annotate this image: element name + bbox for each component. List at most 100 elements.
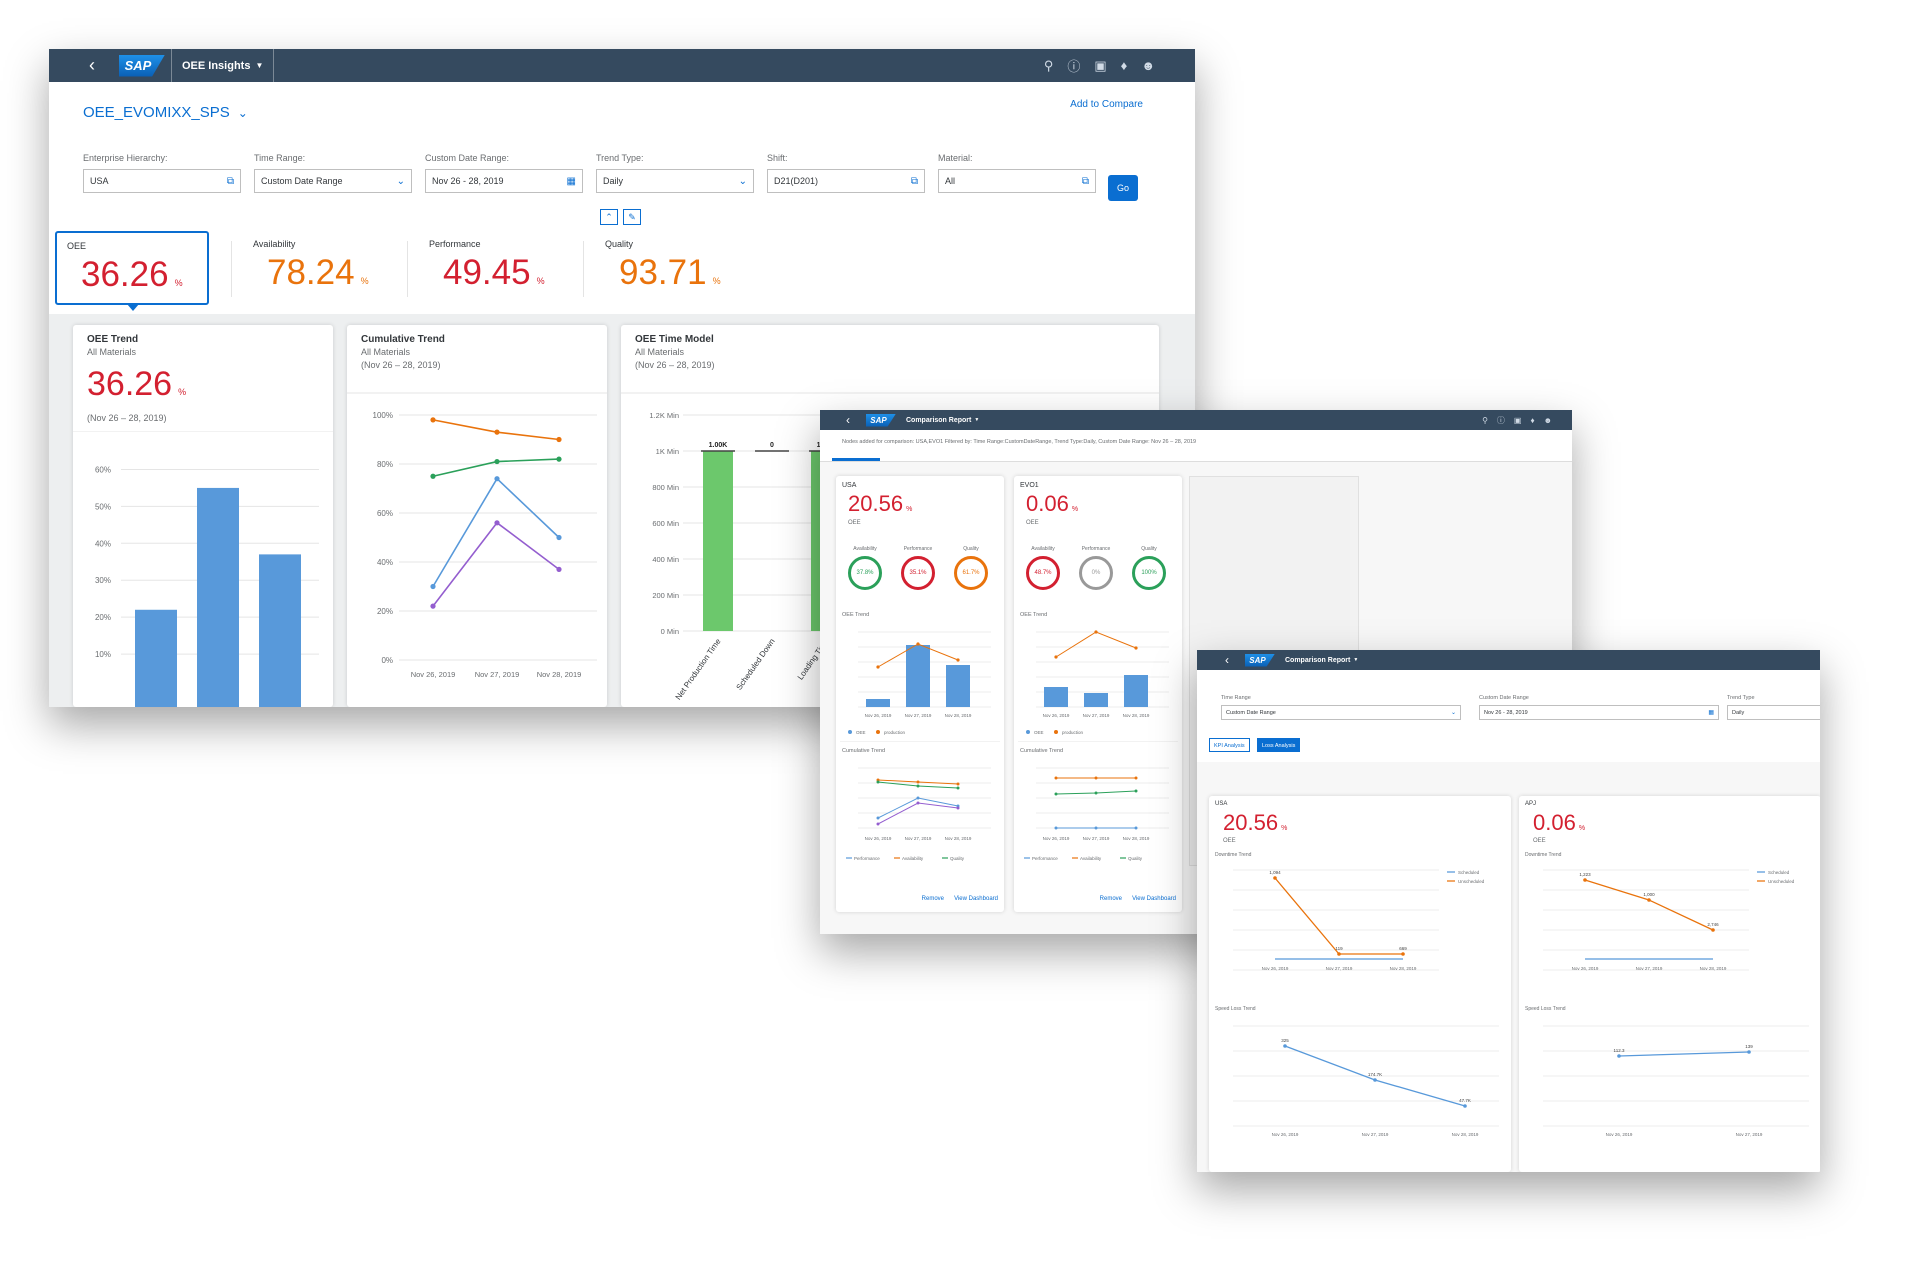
filter-label: Custom Date Range (1479, 695, 1529, 701)
calendar-icon[interactable]: ▦ (1708, 709, 1714, 716)
user-icon[interactable]: ☻ (1544, 416, 1552, 425)
filter-input[interactable]: Custom Date Range ⌄ (1221, 705, 1461, 720)
help-icon[interactable]: ⓘ (1067, 56, 1080, 75)
app-title-menu[interactable]: Comparison Report ▼ (1285, 657, 1358, 664)
filter-input[interactable]: D21(D201) ⧉ (767, 169, 925, 193)
sap-logo: SAP (1245, 653, 1275, 667)
x-tick-label: Nov 26, 2019 (1572, 966, 1599, 971)
x-tick-label: Net Production Time (674, 637, 723, 702)
search-icon[interactable]: ⚲ (1482, 416, 1488, 425)
back-icon[interactable]: ‹ (1225, 653, 1245, 667)
x-tick-label: Nov 28, 2019 (945, 836, 972, 841)
filter-timerange: Time Range: Custom Date Range ⌄ (254, 153, 412, 193)
chevron-down-icon[interactable]: ⌄ (739, 176, 747, 187)
kpi-tile-quality[interactable]: Quality 93.71% (583, 231, 749, 305)
series-point (494, 429, 500, 435)
kpi-unit: % (536, 276, 545, 286)
value-help-icon[interactable]: ⧉ (1082, 176, 1089, 187)
share-icon[interactable]: ▣ (1514, 416, 1522, 425)
tab-loss-analysis[interactable]: Loss Analysis (1257, 738, 1301, 752)
filter-input[interactable]: Nov 26 - 28, 2019 ▦ (425, 169, 583, 193)
x-tick-label: Nov 26, 2019 (865, 713, 892, 718)
filter-enterprisehierarchy: Enterprise Hierarchy: USA ⧉ (83, 153, 241, 193)
filter-input[interactable]: All ⧉ (938, 169, 1096, 193)
user-icon[interactable]: ☻ (1141, 58, 1155, 73)
x-tick-label: Nov 27, 2019 (1636, 966, 1663, 971)
series-point (1463, 1104, 1467, 1108)
shell-bar: ‹ SAP OEE Insights ▼ ⚲ ⓘ ▣ ♦ ☻ (49, 49, 1195, 82)
data-label: 47.7K (1459, 1098, 1471, 1103)
mini-point (876, 780, 880, 784)
x-tick-label: Nov 28, 2019 (1390, 966, 1417, 971)
filter-input[interactable]: Nov 26 - 28, 2019 ▦ (1479, 705, 1719, 720)
go-label: Go (1116, 183, 1129, 193)
y-tick-label: 20% (377, 607, 393, 616)
node-oee-label: OEE (848, 520, 861, 526)
x-tick-label: Nov 28, 2019 (1123, 713, 1150, 718)
mini-point (876, 816, 880, 820)
comparison-card-usa[interactable]: USA 20.56% OEE Availability 37.8% Performance… (836, 476, 1004, 912)
filter-input[interactable]: Daily ⌄ (596, 169, 754, 193)
calendar-icon[interactable]: ▦ (567, 176, 576, 187)
speed-loss-trend-title: Speed Loss Trend (1215, 1006, 1256, 1012)
mini-point (916, 801, 920, 805)
kpi-tile-performance[interactable]: Performance 49.45% (407, 231, 573, 305)
chevron-down-icon[interactable]: ⌄ (238, 106, 248, 120)
mini-point (916, 780, 920, 784)
notification-icon[interactable]: ♦ (1121, 58, 1128, 73)
value-help-icon[interactable]: ⧉ (227, 176, 234, 187)
y-tick-label: 50% (95, 502, 111, 511)
app-title-menu[interactable]: Comparison Report ▼ (906, 417, 979, 424)
mini-point (1134, 826, 1138, 830)
cumulative-line-chart: 100% 80% 60% 40% 20% 0% Nov 26, 2019 Nov 27, 20… (347, 392, 607, 679)
tab-kpi-analysis[interactable]: KPI Analysis (1209, 738, 1250, 752)
kpi-tile-oee[interactable]: OEE 36.26% (55, 231, 209, 311)
series-point (430, 417, 436, 423)
kpi-tile-availability[interactable]: Availability 78.24% (231, 231, 397, 305)
kpi-label: Availability (253, 239, 296, 249)
data-label: 325 (1281, 1038, 1289, 1043)
oee-trend-card[interactable]: OEE Trend All Materials 36.26% (Nov 26 –… (73, 325, 333, 707)
chevron-down-icon[interactable]: ⌄ (1451, 709, 1456, 716)
filter-input[interactable]: Daily (1727, 705, 1820, 720)
notification-icon[interactable]: ♦ (1530, 416, 1534, 425)
add-to-compare-link[interactable]: Add to Compare (1070, 99, 1143, 110)
remove-link[interactable]: Remove (922, 896, 944, 902)
mini-point (956, 806, 960, 810)
filter-label: Shift: (767, 153, 788, 163)
speed-loss-line (1618, 1051, 1750, 1057)
loss-card-apj[interactable]: APJ 0.06% OEE Downtime Trend 1,223 1,000 2,746… (1519, 796, 1820, 1172)
bar-label: 0 (770, 442, 774, 449)
comparison-card-evo1[interactable]: EVO1 0.06% OEE Availability 48.7% Performance… (1014, 476, 1182, 912)
y-tick-label: 60% (377, 509, 393, 518)
filter-input[interactable]: USA ⧉ (83, 169, 241, 193)
help-icon[interactable]: ⓘ (1497, 415, 1505, 426)
cumulative-trend-card[interactable]: Cumulative Trend All Materials (Nov 26 –… (347, 325, 607, 707)
view-dashboard-link[interactable]: View Dashboard (954, 896, 998, 902)
filter-input[interactable]: Custom Date Range ⌄ (254, 169, 412, 193)
series-point (556, 566, 562, 572)
filter-customdaterange: Custom Date Range Nov 26 - 28, 2019 ▦ (1479, 695, 1719, 720)
view-dashboard-link[interactable]: View Dashboard (1132, 896, 1176, 902)
y-tick-label: 0 Min (661, 627, 679, 636)
comparison-info-bar: Nodes added for comparison: USA,EVO1 Fil… (820, 430, 1572, 462)
oee-bar (135, 609, 177, 707)
time-model-bar (703, 451, 733, 631)
kpi-unit: % (712, 276, 721, 286)
back-icon[interactable]: ‹ (89, 55, 119, 76)
collapse-header-icon[interactable]: ⌃ (600, 209, 618, 225)
pin-header-icon[interactable]: ✎ (623, 209, 641, 225)
chevron-down-icon[interactable]: ⌄ (397, 176, 405, 187)
go-button[interactable]: Go (1108, 175, 1138, 201)
loss-card-usa[interactable]: USA 20.56% OEE Downtime Trend 1,094 119 669 Nov… (1209, 796, 1511, 1172)
legend-label: OEE (1034, 730, 1044, 735)
y-tick-label: 40% (377, 558, 393, 567)
search-icon[interactable]: ⚲ (1044, 58, 1054, 74)
mini-point (1054, 776, 1058, 780)
share-icon[interactable]: ▣ (1094, 58, 1106, 74)
back-icon[interactable]: ‹ (846, 413, 866, 427)
value-help-icon[interactable]: ⧉ (911, 176, 918, 187)
data-label: 174.7K (1368, 1072, 1382, 1077)
app-title-menu[interactable]: OEE Insights ▼ (171, 49, 275, 82)
remove-link[interactable]: Remove (1100, 896, 1122, 902)
